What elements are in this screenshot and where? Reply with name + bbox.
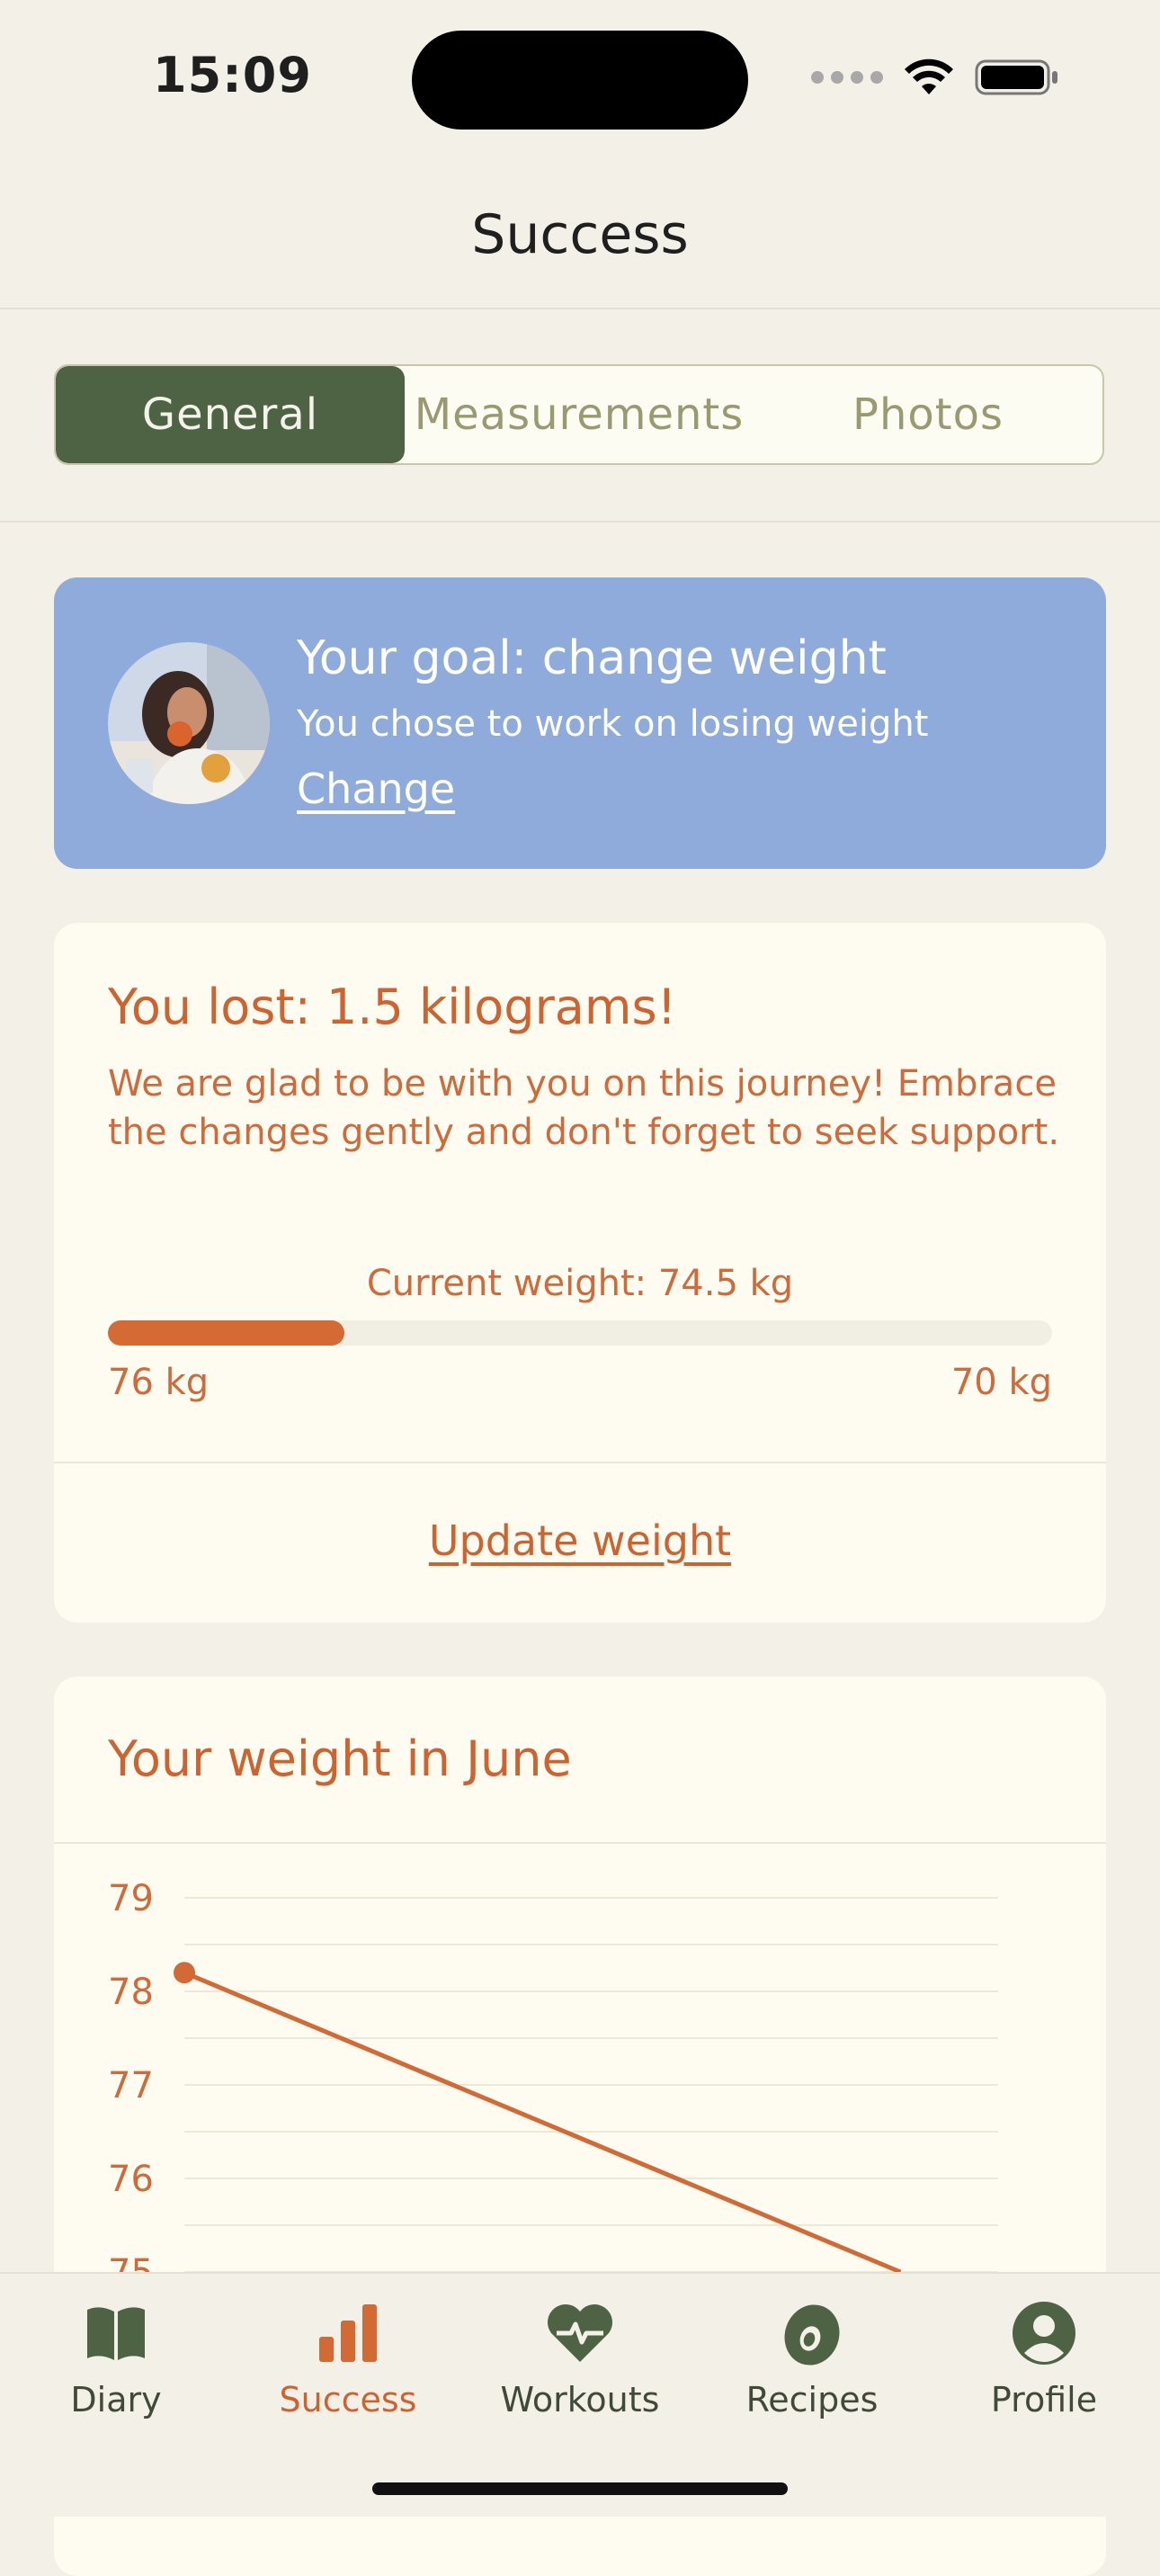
tab-success[interactable]: Success [232,2274,464,2454]
y-tick-label: 79 [108,1878,154,1919]
y-tick-label: 78 [108,1972,154,2013]
header-divider [0,308,1160,309]
status-time: 15:09 [153,47,312,103]
tab-diary[interactable]: Diary [0,2274,232,2454]
tab-measurements[interactable]: Measurements [405,366,754,463]
weight-lost-title: You lost: 1.5 kilograms! [108,979,677,1035]
goal-title: Your goal: change weight [297,631,887,685]
status-icons [811,58,1059,97]
weight-line-chart: 7978777675 [108,1878,998,2276]
weight-progress-bar [108,1320,1052,1346]
bar-chart-icon [312,2297,384,2369]
y-tick-label: 77 [108,2065,154,2106]
update-weight-link[interactable]: Update weight [54,1516,1106,1565]
avocado-icon [776,2297,848,2369]
y-tick-label: 76 [108,2159,154,2200]
card-divider [54,1462,1106,1463]
tab-diary-label: Diary [70,2380,162,2419]
goal-card: Your goal: change weight You chose to wo… [54,577,1106,869]
tab-workouts-label: Workouts [500,2380,660,2419]
weight-series-line [183,1970,902,2275]
tab-workouts[interactable]: Workouts [464,2274,696,2454]
tab-bar: Diary Success Workouts Recipes Profile [0,2272,1160,2517]
person-icon [1008,2297,1080,2369]
segmented-control: General Measurements Photos [54,364,1104,465]
goal-subtitle: You chose to work on losing weight [297,703,929,745]
weight-lost-card: You lost: 1.5 kilograms! We are glad to … [54,923,1106,1623]
book-icon [80,2297,152,2369]
status-bar: 15:09 [0,0,1160,153]
tab-general[interactable]: General [56,366,405,463]
cellular-signal-icon [811,71,883,84]
goal-avatar [108,642,270,804]
tab-recipes-label: Recipes [745,2380,879,2419]
weight-progress-fill [108,1320,344,1346]
change-goal-link[interactable]: Change [297,765,455,813]
wifi-icon [905,58,953,94]
page-title: Success [471,203,689,266]
heart-pulse-icon [544,2297,616,2369]
tab-recipes[interactable]: Recipes [696,2274,928,2454]
target-weight-label: 70 kg [950,1362,1052,1403]
current-weight-label: Current weight: 74.5 kg [366,1263,794,1304]
tab-success-label: Success [279,2380,417,2419]
weight-lost-message: We are glad to be with you on this journ… [108,1063,1060,1153]
start-weight-label: 76 kg [108,1362,210,1403]
segment-divider [0,521,1160,523]
dynamic-island [412,31,748,130]
home-indicator [372,2482,788,2495]
data-point[interactable] [174,1962,195,1984]
battery-icon [975,59,1057,95]
tab-photos[interactable]: Photos [754,366,1102,463]
chart-title: Your weight in June [108,1731,572,1787]
tab-profile-label: Profile [990,2380,1098,2419]
tab-profile[interactable]: Profile [928,2274,1160,2454]
